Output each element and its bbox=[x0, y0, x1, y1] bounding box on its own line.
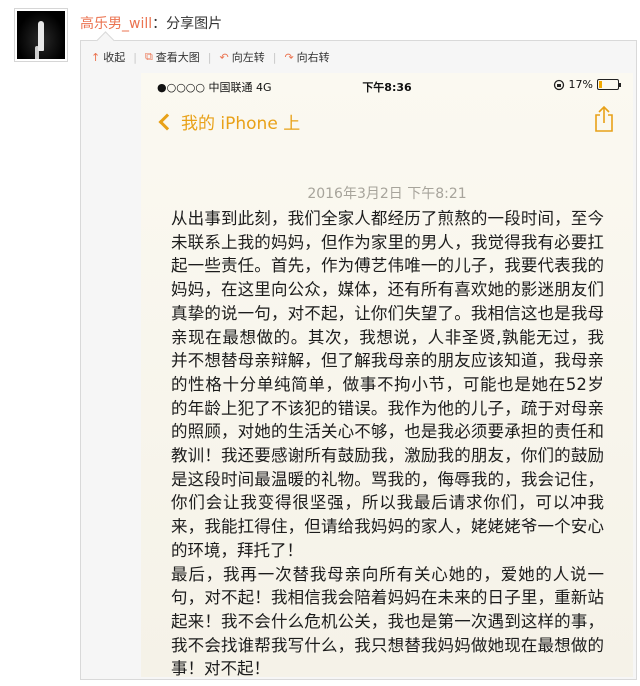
battery-icon bbox=[597, 79, 621, 90]
rotation-lock-icon bbox=[553, 79, 564, 90]
toolbar-divider: | bbox=[207, 50, 212, 64]
status-right: 17% bbox=[553, 78, 621, 91]
arrow-up-icon: ↑ bbox=[91, 50, 101, 64]
note-date: 2016年3月2日 下午8:21 bbox=[307, 186, 467, 202]
toolbar-divider: | bbox=[272, 50, 277, 64]
battery-fill bbox=[599, 81, 603, 88]
username-link[interactable]: 高乐男_will bbox=[80, 16, 152, 32]
chevron-left-icon bbox=[158, 113, 176, 130]
back-button[interactable]: 我的 iPhone 上 bbox=[158, 109, 301, 134]
status-time: 下午8:36 bbox=[362, 81, 412, 94]
rotate-left-icon: ↶ bbox=[219, 50, 229, 64]
media-panel: ↑ 收起 | ⧉ 查看大图 | ↶ 向左转 | ↷ 向右转 ●○○○○ 中国联通… bbox=[80, 40, 637, 680]
back-label: 我的 iPhone 上 bbox=[181, 114, 301, 134]
toolbar-divider: | bbox=[133, 50, 137, 64]
note-body: 从出事到此刻，我们全家人都经历了煎熬的一段时间，至今未联系上我的妈妈，但作为家里… bbox=[171, 209, 604, 677]
rotate-right-label: 向右转 bbox=[296, 51, 330, 64]
rotate-right-button[interactable]: ↷ 向右转 bbox=[284, 49, 329, 65]
image-toolbar: ↑ 收起 | ⧉ 查看大图 | ↶ 向左转 | ↷ 向右转 bbox=[91, 49, 330, 65]
post-header: 高乐男_will：分享图片 bbox=[80, 13, 222, 33]
rotate-right-icon: ↷ bbox=[284, 50, 294, 64]
post-action-text: ：分享图片 bbox=[152, 16, 223, 32]
share-icon[interactable] bbox=[593, 105, 615, 133]
avatar-image bbox=[17, 11, 65, 59]
view-large-button[interactable]: ⧉ 查看大图 bbox=[145, 49, 200, 65]
collapse-button[interactable]: ↑ 收起 bbox=[91, 49, 125, 65]
external-link-icon: ⧉ bbox=[144, 50, 153, 63]
notes-nav-bar: 我的 iPhone 上 bbox=[141, 99, 633, 143]
carrier-signal: ●○○○○ 中国联通 4G bbox=[157, 81, 272, 94]
collapse-label: 收起 bbox=[103, 51, 126, 64]
view-large-label: 查看大图 bbox=[155, 51, 200, 64]
shared-image[interactable]: ●○○○○ 中国联通 4G 下午8:36 17% 我的 iPhone 上 201… bbox=[141, 73, 633, 677]
rotate-left-button[interactable]: ↶ 向左转 bbox=[220, 49, 265, 65]
avatar[interactable] bbox=[14, 8, 68, 62]
rotate-left-label: 向左转 bbox=[231, 51, 265, 64]
status-bar: ●○○○○ 中国联通 4G 下午8:36 17% bbox=[141, 73, 633, 97]
battery-percent: 17% bbox=[568, 78, 593, 91]
